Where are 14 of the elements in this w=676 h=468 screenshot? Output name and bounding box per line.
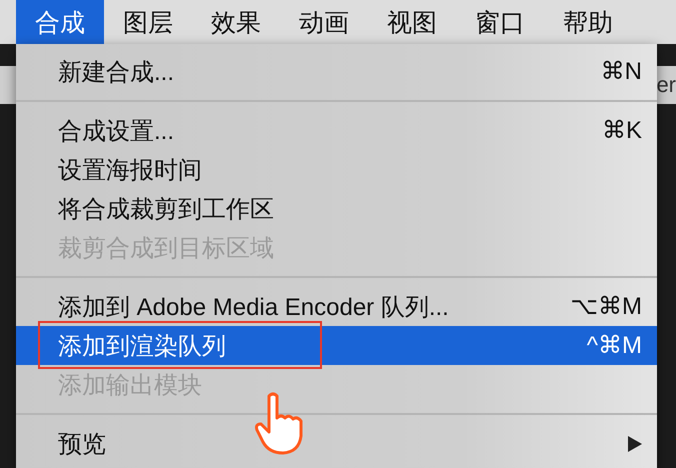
menu-title[interactable]: 窗口 (456, 0, 544, 44)
menu-title[interactable]: 效果 (192, 0, 280, 44)
menu-title[interactable]: 合成 (16, 0, 104, 44)
menu-item[interactable]: 合成设置... ⌘K (16, 111, 657, 150)
menu-item[interactable]: 将合成裁剪到工作区 (16, 189, 657, 228)
menu-title[interactable]: 帮助 (544, 0, 632, 44)
menu-item[interactable]: 设置海报时间 (16, 150, 657, 189)
menu-item[interactable]: 新建合成... ⌘N (16, 52, 657, 91)
menu-item[interactable]: 添加到 Adobe Media Encoder 队列... ⌥⌘M (16, 287, 657, 326)
menu-title[interactable]: 图层 (104, 0, 192, 44)
menu-item[interactable]: 预览 (16, 424, 657, 463)
menu-title[interactable]: 视图 (368, 0, 456, 44)
panel-text: er (656, 72, 676, 98)
menu-title[interactable]: 动画 (280, 0, 368, 44)
